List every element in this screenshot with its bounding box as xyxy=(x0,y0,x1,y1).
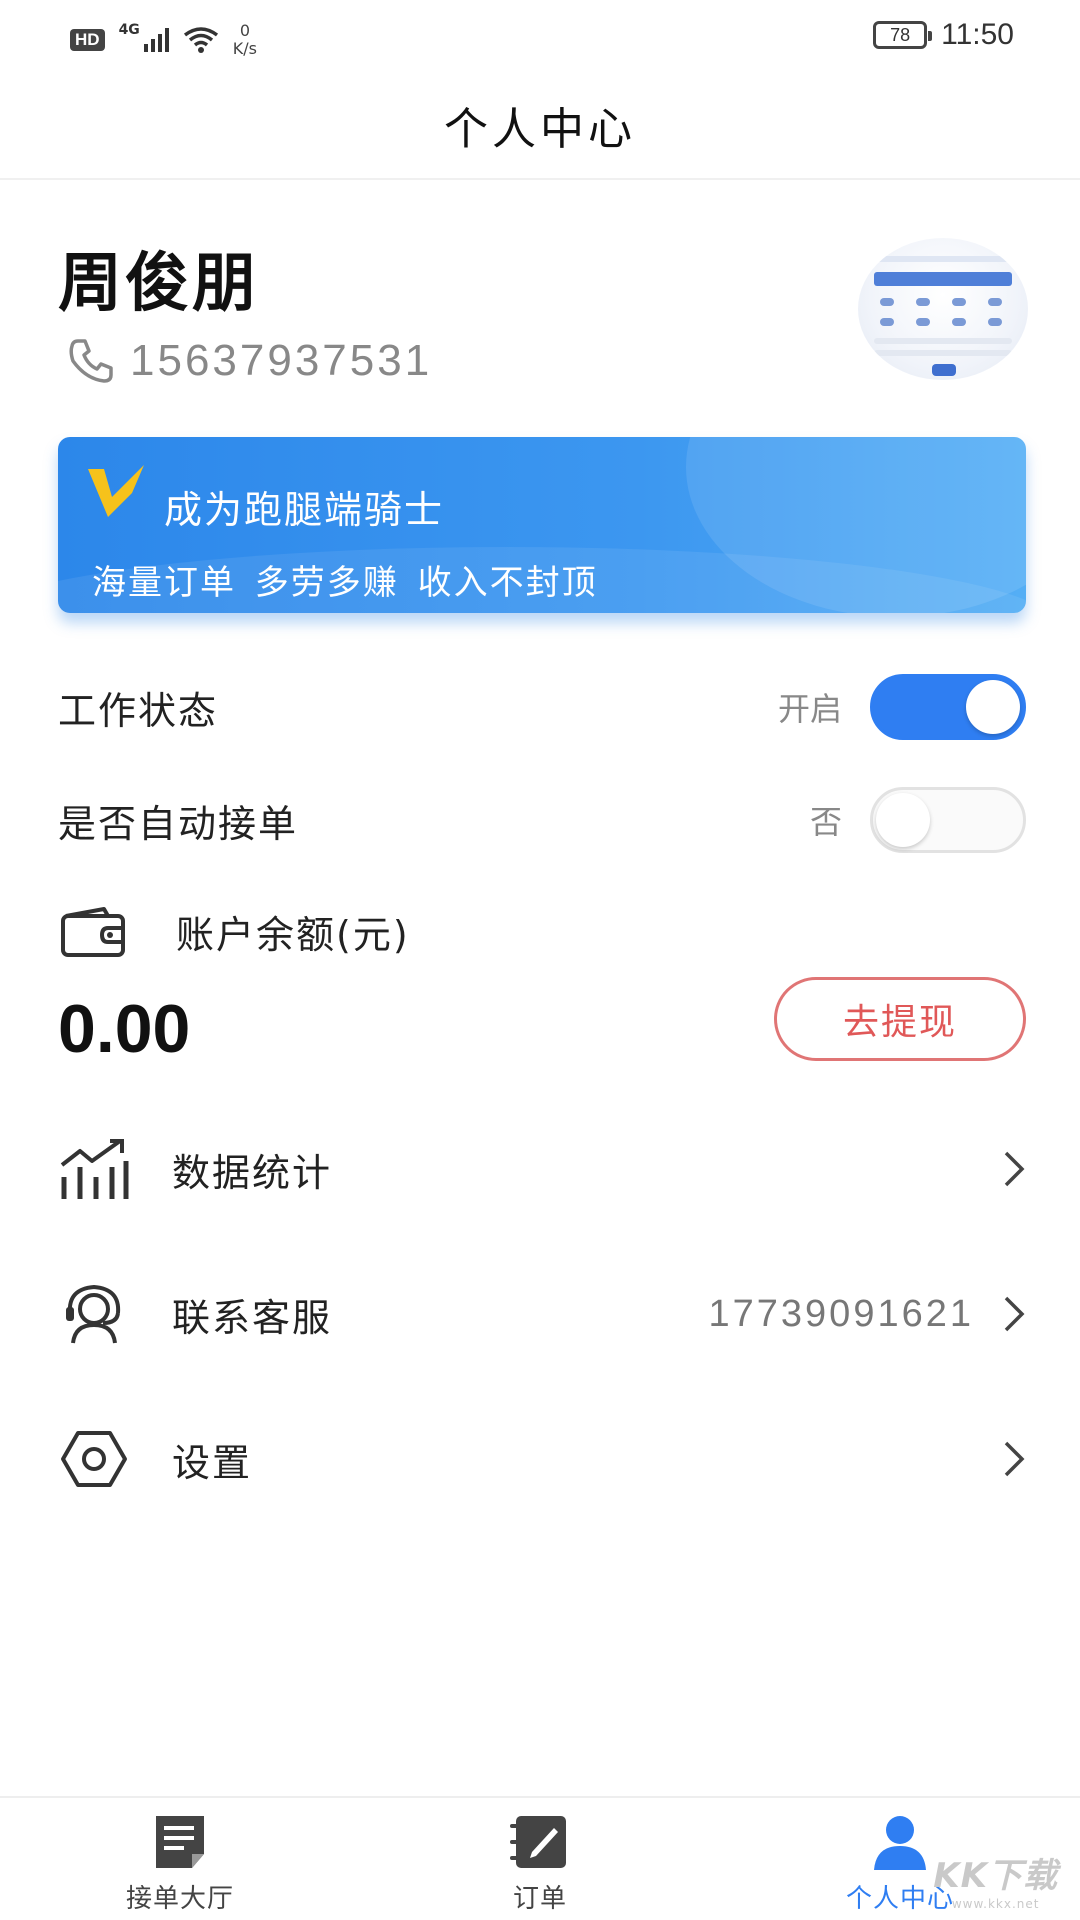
order-edit-icon xyxy=(510,1816,566,1868)
document-icon xyxy=(156,1816,204,1868)
banner-subtitle: 海量订单 多劳多赚 收入不封顶 xyxy=(92,563,598,603)
rider-banner[interactable]: 成为跑腿端骑士 海量订单 多劳多赚 收入不封顶 xyxy=(58,437,1026,613)
withdraw-button[interactable]: 去提现 xyxy=(774,977,1026,1061)
user-icon xyxy=(874,1816,926,1870)
title-bar: 个人中心 xyxy=(0,72,1080,180)
chart-icon xyxy=(58,1133,130,1205)
menu-label-settings: 设置 xyxy=(172,1440,253,1485)
auto-accept-toggle[interactable] xyxy=(870,787,1026,853)
work-status-state: 开启 xyxy=(777,690,842,728)
chevron-right-icon xyxy=(1004,1151,1025,1187)
watermark-sub: www.kkx.net xyxy=(951,1897,1040,1911)
work-status-row: 工作状态 开启 xyxy=(58,672,1026,742)
wallet-icon xyxy=(61,906,125,957)
nav-label-orders: 订单 xyxy=(512,1884,567,1914)
watermark: KK下载 www.kkx.net xyxy=(933,1848,1058,1911)
menu-label-stats: 数据统计 xyxy=(172,1150,333,1195)
phone-icon xyxy=(69,339,113,383)
headset-icon xyxy=(58,1278,130,1350)
signal-icon xyxy=(143,28,169,52)
status-bar-right: 78 11:50 xyxy=(873,18,1014,52)
nav-item-order-hall[interactable]: 接单大厅 xyxy=(0,1798,360,1920)
status-bar: HD 4G 0 K/s 78 11:50 xyxy=(0,0,1080,72)
menu-item-support[interactable]: 联系客服 17739091621 xyxy=(58,1264,1026,1364)
menu-item-stats[interactable]: 数据统计 xyxy=(58,1119,1026,1219)
avatar[interactable] xyxy=(858,238,1028,380)
nav-item-orders[interactable]: 订单 xyxy=(360,1798,720,1920)
work-status-label: 工作状态 xyxy=(58,688,219,733)
auto-accept-label: 是否自动接单 xyxy=(58,801,299,846)
battery-level: 78 xyxy=(890,24,911,45)
wifi-icon xyxy=(183,27,218,53)
nav-label-order-hall: 接单大厅 xyxy=(125,1884,234,1914)
user-phone: 15637937531 xyxy=(66,336,432,386)
hd-badge: HD xyxy=(70,29,105,51)
auto-accept-state: 否 xyxy=(809,803,842,841)
chevron-right-icon xyxy=(1004,1296,1025,1332)
auto-accept-row: 是否自动接单 否 xyxy=(58,785,1026,855)
menu-label-support: 联系客服 xyxy=(172,1295,333,1340)
bottom-nav: 接单大厅 订单 个人中心 xyxy=(0,1796,1080,1920)
banner-title: 成为跑腿端骑士 xyxy=(164,488,445,532)
toggle-knob xyxy=(876,793,930,847)
watermark-main: KK下载 xyxy=(933,1856,1058,1896)
network-speed: 0 K/s xyxy=(233,22,257,58)
balance-label: 账户余额(元) xyxy=(176,913,410,957)
work-status-toggle[interactable] xyxy=(870,674,1026,740)
hexagon-settings-icon xyxy=(58,1423,130,1495)
balance-value: 0.00 xyxy=(58,991,191,1067)
user-name: 周俊朋 xyxy=(58,247,259,321)
menu-item-settings[interactable]: 设置 xyxy=(58,1409,1026,1509)
support-phone[interactable]: 17739091621 xyxy=(709,1293,974,1336)
speed-unit: K/s xyxy=(232,39,258,58)
status-bar-left: HD 4G 0 K/s xyxy=(70,20,257,60)
phone-number: 15637937531 xyxy=(130,336,433,385)
page-title: 个人中心 xyxy=(444,104,636,155)
chevron-right-icon xyxy=(1004,1441,1025,1477)
speed-value: 0 xyxy=(239,21,250,40)
clock: 11:50 xyxy=(941,18,1014,51)
balance-header: 账户余额(元) xyxy=(60,904,410,959)
v-logo-icon xyxy=(88,465,144,517)
toggle-knob xyxy=(966,680,1020,734)
network-type: 4G xyxy=(118,22,140,38)
battery-icon: 78 xyxy=(873,21,933,49)
